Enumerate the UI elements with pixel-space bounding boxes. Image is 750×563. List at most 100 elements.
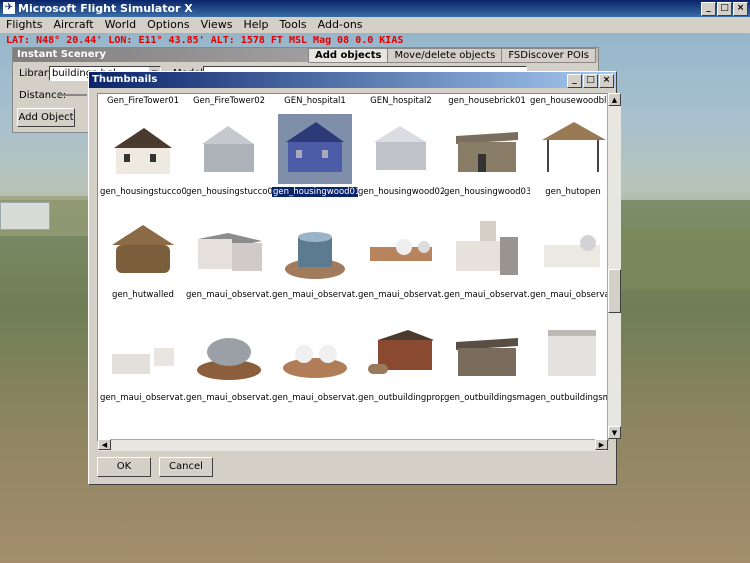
close-icon[interactable]: × bbox=[733, 2, 748, 16]
menu-aircraft[interactable]: Aircraft bbox=[47, 17, 98, 31]
tab-move-delete-objects[interactable]: Move/delete objects bbox=[387, 48, 503, 63]
horizontal-scrollbar[interactable]: ◀ ▶ bbox=[98, 439, 608, 451]
menu-help[interactable]: Help bbox=[237, 17, 273, 31]
thumbnail-image bbox=[198, 233, 262, 271]
thumbnail-item[interactable]: gen_housewoodblue01 bbox=[530, 96, 608, 106]
vertical-scrollbar[interactable]: ▲ ▼ bbox=[607, 93, 621, 439]
scroll-right-icon[interactable]: ▶ bbox=[595, 439, 608, 450]
thumbnail-image bbox=[283, 345, 347, 378]
close-icon[interactable]: × bbox=[599, 74, 614, 88]
thumbnail-image bbox=[548, 330, 596, 376]
tab-fsdiscover-pois[interactable]: FSDiscover POIs bbox=[501, 48, 596, 63]
ok-button[interactable]: OK bbox=[97, 457, 151, 477]
thumbnail-image bbox=[202, 126, 254, 172]
menu-addons[interactable]: Add-ons bbox=[312, 17, 368, 31]
menu-views[interactable]: Views bbox=[195, 17, 238, 31]
menu-world[interactable]: World bbox=[99, 17, 142, 31]
position-readout: LAT: N48° 20.44' LON: E11° 43.85' ALT: 1… bbox=[6, 35, 404, 46]
thumbnail-item[interactable]: gen_maui_observat... bbox=[272, 320, 358, 403]
thumbnail-label: gen_maui_observat... bbox=[358, 290, 444, 300]
scroll-up-icon[interactable]: ▲ bbox=[608, 93, 621, 106]
thumbnail-image bbox=[285, 232, 345, 279]
minimize-icon[interactable]: _ bbox=[567, 74, 582, 88]
thumbnail-item[interactable]: gen_maui_observat... bbox=[272, 217, 358, 300]
thumbnail-item[interactable]: gen_housingwood01 bbox=[272, 114, 358, 200]
menu-bar: Flights Aircraft World Options Views Help Tool… bbox=[0, 17, 750, 33]
add-object-button[interactable]: Add Object bbox=[17, 108, 75, 127]
thumbnail-item[interactable]: gen_housingstucco02 bbox=[186, 114, 272, 197]
thumbnails-dialog: Thumbnails _ □ × Gen_FireTower01 Gen_Fire… bbox=[88, 71, 621, 485]
thumbnail-label: Gen_FireTower01 bbox=[106, 96, 180, 106]
scroll-down-icon[interactable]: ▼ bbox=[608, 426, 621, 439]
thumbnail-item[interactable]: Gen_FireTower01 bbox=[100, 96, 186, 106]
thumbnail-image bbox=[112, 348, 174, 374]
menu-options[interactable]: Options bbox=[141, 17, 194, 31]
thumbnail-label: gen_housingstucco01 bbox=[100, 187, 186, 197]
thumbnail-item[interactable]: gen_hutwalled bbox=[100, 217, 186, 300]
thumbnail-image bbox=[544, 235, 600, 267]
thumbnail-image bbox=[456, 132, 518, 172]
thumbnail-label: gen_hutopen bbox=[545, 187, 601, 197]
thumbnail-item[interactable]: gen_housingwood02 bbox=[358, 114, 444, 197]
thumbnail-item[interactable]: gen_hutopen bbox=[530, 114, 608, 197]
thumbnail-label: GEN_hospital2 bbox=[370, 96, 432, 106]
app-title: Microsoft Flight Simulator X bbox=[18, 2, 193, 15]
thumbnail-label: gen_maui_observat... bbox=[530, 290, 608, 300]
thumbnail-item[interactable]: gen_maui_observat... bbox=[186, 320, 272, 403]
scroll-left-icon[interactable]: ◀ bbox=[98, 439, 111, 450]
maximize-icon[interactable]: □ bbox=[717, 2, 732, 16]
thumbnails-title: Thumbnails bbox=[89, 72, 616, 88]
thumbnail-label: gen_housingwood01 bbox=[272, 187, 358, 197]
thumbnail-item[interactable]: gen_outbuildingpropa... bbox=[358, 320, 444, 403]
thumbnail-item[interactable]: gen_maui_observat... bbox=[444, 217, 530, 300]
cancel-button[interactable]: Cancel bbox=[159, 457, 213, 477]
thumbnail-item[interactable]: gen_housingwood03 bbox=[444, 114, 530, 197]
thumbnail-item[interactable]: GEN_hospital1 bbox=[272, 96, 358, 106]
thumbnail-label: GEN_hospital1 bbox=[284, 96, 346, 106]
thumbnail-image bbox=[278, 114, 352, 184]
thumbnail-image bbox=[370, 239, 432, 261]
thumbnail-item[interactable]: gen_maui_observat... bbox=[186, 217, 272, 300]
thumbnail-label: gen_housingwood03 bbox=[444, 187, 530, 197]
menu-flights[interactable]: Flights bbox=[0, 17, 47, 31]
thumbnail-item[interactable]: gen_housebrick01 bbox=[444, 96, 530, 106]
thumbnail-label: gen_outbuildingpropa... bbox=[358, 393, 444, 403]
thumbnail-label: gen_housebrick01 bbox=[448, 96, 526, 106]
thumbnail-item[interactable]: gen_maui_observat... bbox=[358, 217, 444, 300]
thumbnail-label: gen_maui_observat... bbox=[272, 290, 358, 300]
distance-slider[interactable] bbox=[57, 94, 87, 96]
thumbnail-item[interactable]: gen_housingstucco01 bbox=[100, 114, 186, 197]
thumbnail-label: gen_maui_observat... bbox=[444, 290, 530, 300]
thumbnail-label: gen_hutwalled bbox=[112, 290, 174, 300]
thumbnail-image bbox=[374, 126, 426, 170]
minimize-icon[interactable]: _ bbox=[701, 2, 716, 16]
thumbnail-item[interactable]: gen_maui_observat... bbox=[100, 320, 186, 403]
thumbnail-item[interactable]: gen_outbuildingsmall01 bbox=[444, 320, 530, 403]
thumbnail-image bbox=[542, 122, 606, 172]
thumbnail-grid[interactable]: Gen_FireTower01 Gen_FireTower02 GEN_hospit… bbox=[97, 93, 609, 441]
field-patch bbox=[620, 230, 750, 290]
thumbnail-label: Gen_FireTower02 bbox=[192, 96, 266, 106]
app-icon: ✈ bbox=[3, 2, 15, 14]
app-title-bar: ✈ Microsoft Flight Simulator X _ □ × bbox=[0, 0, 750, 17]
thumbnail-item[interactable]: GEN_hospital2 bbox=[358, 96, 444, 106]
thumbnail-label: gen_housingstucco02 bbox=[186, 187, 272, 197]
maximize-icon[interactable]: □ bbox=[583, 74, 598, 88]
hangar-scenery bbox=[0, 202, 50, 230]
thumbnail-label: gen_outbuildingsmall02 bbox=[530, 393, 608, 403]
thumbnail-label: gen_maui_observat... bbox=[272, 393, 358, 403]
thumbnail-label: gen_maui_observat... bbox=[186, 393, 272, 403]
thumbnail-image bbox=[368, 330, 434, 374]
thumbnail-image bbox=[456, 221, 518, 275]
scrollbar-thumb[interactable] bbox=[608, 269, 621, 313]
thumbnail-label: gen_maui_observat... bbox=[100, 393, 186, 403]
thumbnail-item[interactable]: Gen_FireTower02 bbox=[186, 96, 272, 106]
thumbnail-item[interactable]: gen_maui_observat... bbox=[530, 217, 608, 300]
thumbnail-image bbox=[456, 338, 518, 376]
menu-tools[interactable]: Tools bbox=[274, 17, 312, 31]
thumbnail-label: gen_outbuildingsmall01 bbox=[444, 393, 530, 403]
thumbnail-label: gen_maui_observat... bbox=[186, 290, 272, 300]
tab-add-objects[interactable]: Add objects bbox=[308, 48, 389, 63]
thumbnail-image bbox=[112, 225, 174, 273]
thumbnail-item[interactable]: gen_outbuildingsmall02 bbox=[530, 320, 608, 403]
